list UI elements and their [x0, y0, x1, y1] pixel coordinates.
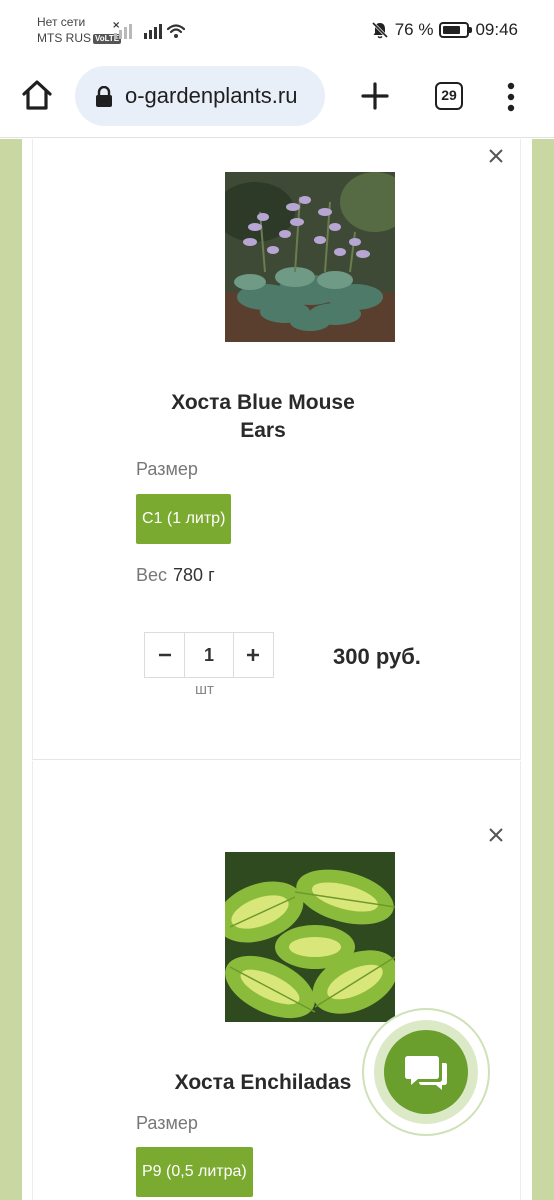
- plus-icon[interactable]: [359, 80, 391, 112]
- quantity-unit: шт: [195, 681, 214, 698]
- svg-text:×: ×: [112, 20, 120, 31]
- remove-item-icon[interactable]: [486, 146, 506, 166]
- battery-percent: 76 %: [394, 20, 434, 39]
- home-icon[interactable]: [20, 78, 54, 112]
- increase-quantity-button[interactable]: [234, 633, 273, 677]
- size-label: Размер: [136, 459, 198, 479]
- product-title[interactable]: Хоста Blue Mouse Ears: [153, 389, 373, 445]
- signal-icon: ×: [112, 20, 186, 39]
- cart-item: Хоста Blue Mouse Ears Размер C1 (1 литр)…: [32, 139, 521, 760]
- lock-icon[interactable]: [95, 86, 113, 108]
- battery-icon: [439, 22, 473, 38]
- chat-halo: [374, 1020, 478, 1124]
- chat-button[interactable]: [384, 1030, 468, 1114]
- url-text[interactable]: o-gardenplants.ru: [125, 83, 320, 111]
- size-label: Размер: [136, 1113, 198, 1133]
- plus-icon: [247, 649, 260, 661]
- weight-label: Вес: [136, 565, 168, 585]
- chat-icon: [405, 1056, 447, 1090]
- remove-item-icon[interactable]: [486, 825, 506, 845]
- size-option-button[interactable]: C1 (1 литр): [136, 494, 232, 544]
- size-option-button[interactable]: P9 (0,5 литра): [136, 1147, 253, 1197]
- quantity-stepper: 1: [144, 632, 274, 678]
- product-title[interactable]: Хоста Enchiladas: [153, 1069, 373, 1097]
- cart-item: Хоста Enchiladas Размер P9 (0,5 литра): [32, 761, 521, 1200]
- address-bar[interactable]: o-gardenplants.ru: [75, 66, 325, 126]
- item-price: 300 руб.: [333, 644, 421, 669]
- weight-info: Вес 780 г: [136, 565, 215, 586]
- clock: 09:46: [475, 20, 518, 39]
- tabs-icon[interactable]: 29: [435, 82, 463, 110]
- menu-icon[interactable]: [505, 82, 517, 112]
- browser-toolbar: o-gardenplants.ru 29: [0, 58, 554, 138]
- minus-icon: [158, 653, 171, 657]
- decrease-quantity-button[interactable]: [145, 633, 184, 677]
- status-bar: Нет сети MTS RUS VoLTE × 76 % 09:46: [0, 0, 554, 58]
- status-right: 76 % 09:46: [371, 20, 518, 40]
- carrier-line2: MTS RUS: [37, 31, 91, 45]
- product-image[interactable]: [225, 172, 395, 342]
- bell-muted-icon: [371, 21, 388, 39]
- product-image[interactable]: [225, 852, 395, 1022]
- quantity-input[interactable]: 1: [184, 633, 234, 677]
- carrier-line1: Нет сети: [37, 15, 86, 29]
- weight-value: 780 г: [173, 565, 215, 585]
- carrier-info: Нет сети MTS RUS VoLTE: [37, 14, 122, 46]
- chat-widget[interactable]: [362, 1008, 490, 1136]
